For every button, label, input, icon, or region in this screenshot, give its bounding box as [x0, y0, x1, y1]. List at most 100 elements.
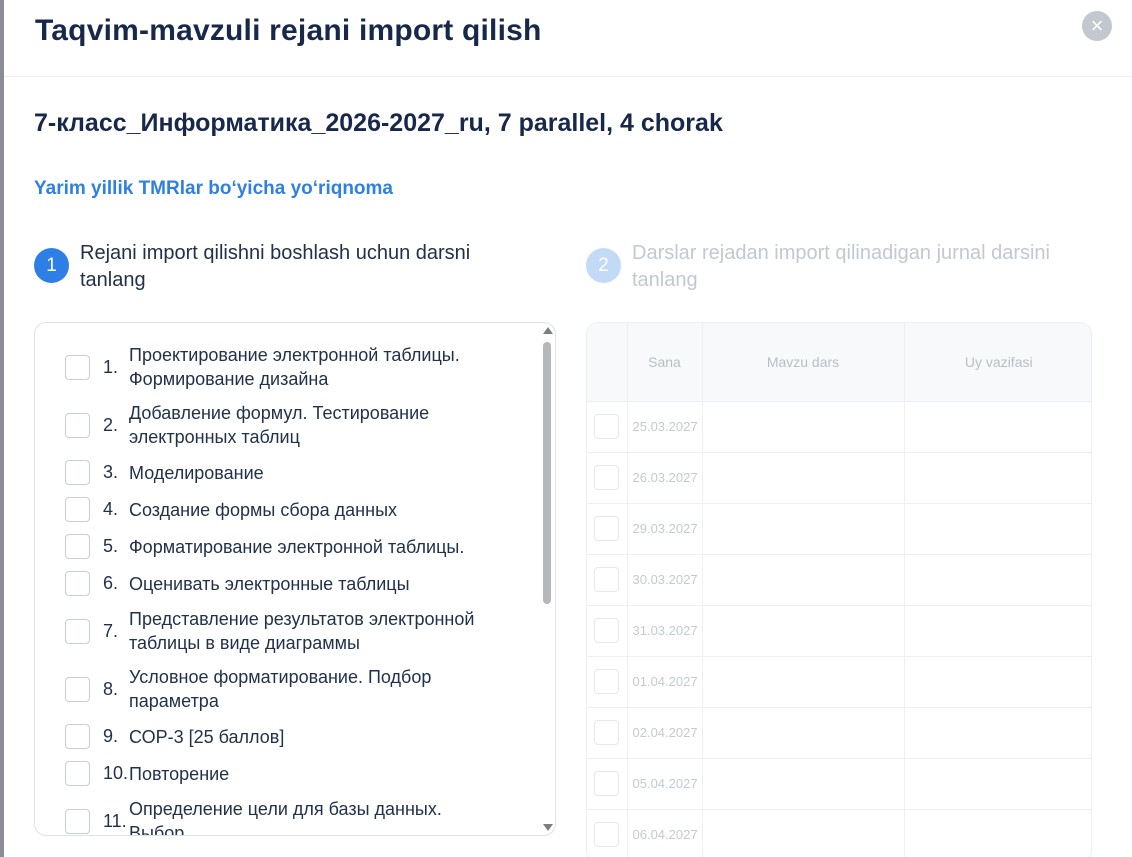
journal-row-date: 06.04.2027: [627, 809, 703, 857]
lesson-checkbox[interactable]: [65, 534, 90, 559]
lesson-checkbox[interactable]: [65, 460, 90, 485]
lesson-title: Форматирование электронной таблицы.: [129, 536, 465, 557]
lesson-number: 1.: [103, 356, 119, 377]
step-2-number: 2: [586, 248, 621, 283]
journal-row-topic: [702, 656, 905, 708]
journal-row-homework: [904, 809, 1091, 857]
scroll-thumb[interactable]: [543, 342, 551, 604]
journal-row-topic: [702, 605, 905, 657]
journal-row-homework: [904, 554, 1091, 606]
journal-row[interactable]: 06.04.2027: [587, 809, 1091, 857]
lesson-list-panel: 1. Проектирование электронной таблицы. Фо…: [34, 322, 556, 836]
journal-row-checkbox[interactable]: [594, 618, 619, 643]
journal-row-homework: [904, 452, 1091, 504]
lesson-checkbox[interactable]: [65, 676, 90, 702]
journal-row-date: 31.03.2027: [627, 605, 703, 657]
lesson-checkbox[interactable]: [65, 354, 90, 380]
lesson-checkbox[interactable]: [65, 761, 90, 786]
journal-row-checkbox-cell: [587, 503, 628, 555]
lesson-title: Добавление формул. Тестирование электрон…: [129, 403, 430, 447]
journal-row-date: 25.03.2027: [627, 401, 703, 453]
lesson-checkbox[interactable]: [65, 571, 90, 596]
lesson-title: Условное форматирование. Подбор параметр…: [129, 667, 432, 711]
lesson-title: Проектирование электронной таблицы. Форм…: [129, 345, 460, 389]
header-checkbox-column: [587, 323, 628, 402]
journal-row-topic: [702, 758, 905, 810]
journal-row[interactable]: 02.04.2027: [587, 707, 1091, 759]
journal-row-topic: [702, 707, 905, 759]
modal-header: Taqvim-mavzuli rejani import qilish ×: [4, 0, 1132, 77]
journal-row-checkbox[interactable]: [594, 465, 619, 490]
lesson-list-scrollbar[interactable]: [539, 323, 555, 835]
journal-row-checkbox-cell: [587, 758, 628, 810]
lesson-title: Оценивать электронные таблицы: [129, 573, 410, 594]
lesson-number: 10.: [103, 763, 129, 783]
step-2: 2 Darslar rejadan import qilinadigan jur…: [586, 240, 1106, 294]
journal-row[interactable]: 26.03.2027: [587, 452, 1091, 504]
journal-row[interactable]: 25.03.2027: [587, 401, 1091, 453]
journal-row-homework: [904, 503, 1091, 555]
lesson-number: 9.: [103, 726, 119, 746]
journal-row-checkbox-cell: [587, 707, 628, 759]
journal-row-checkbox[interactable]: [594, 720, 619, 745]
journal-header-row: Sana Mavzu dars Uy vazifasi: [587, 323, 1091, 402]
journal-row-checkbox-cell: [587, 401, 628, 453]
journal-row[interactable]: 01.04.2027: [587, 656, 1091, 708]
lesson-item[interactable]: 2. Добавление формул. Тестирование электр…: [35, 401, 539, 449]
journal-row-checkbox[interactable]: [594, 567, 619, 592]
journal-row-homework: [904, 605, 1091, 657]
lesson-item[interactable]: 8. Условное форматирование. Подбор параме…: [35, 665, 539, 713]
scroll-up-arrow-icon[interactable]: [543, 327, 553, 334]
journal-row[interactable]: 31.03.2027: [587, 605, 1091, 657]
guide-link[interactable]: Yarim yillik TMRlar bo‘yicha yo‘riqnoma: [34, 178, 393, 200]
journal-row[interactable]: 05.04.2027: [587, 758, 1091, 810]
lesson-checkbox[interactable]: [65, 724, 90, 749]
journal-row-topic: [702, 554, 905, 606]
lesson-item[interactable]: 11. Определение цели для базы данных. Выб…: [35, 797, 539, 835]
journal-row-homework: [904, 707, 1091, 759]
journal-row[interactable]: 29.03.2027: [587, 503, 1091, 555]
journal-row[interactable]: 30.03.2027: [587, 554, 1091, 606]
journal-row-checkbox[interactable]: [594, 822, 619, 847]
import-plan-modal: Taqvim-mavzuli rejani import qilish × 7-…: [4, 0, 1132, 857]
journal-row-checkbox[interactable]: [594, 516, 619, 541]
lesson-item[interactable]: 3. Моделирование: [35, 459, 539, 486]
lesson-checkbox[interactable]: [65, 497, 90, 522]
lesson-title: Представление результатов электронной та…: [129, 609, 475, 653]
lesson-number: 8.: [103, 678, 119, 699]
journal-row-checkbox-cell: [587, 656, 628, 708]
close-button[interactable]: ×: [1082, 11, 1112, 41]
lesson-number: 7.: [103, 620, 119, 641]
journal-row-checkbox[interactable]: [594, 414, 619, 439]
journal-lessons-panel: Sana Mavzu dars Uy vazifasi 25.03.2027 26…: [586, 322, 1092, 857]
journal-row-topic: [702, 809, 905, 857]
lesson-item[interactable]: 6. Оценивать электронные таблицы: [35, 570, 539, 597]
lesson-item[interactable]: 9. СОР-3 [25 баллов]: [35, 723, 539, 750]
journal-row-checkbox[interactable]: [594, 771, 619, 796]
lesson-title: Создание формы сбора данных: [129, 499, 398, 520]
journal-row-homework: [904, 656, 1091, 708]
header-topic: Mavzu dars: [702, 323, 905, 402]
lesson-title: Моделирование: [129, 462, 264, 483]
scroll-down-arrow-icon[interactable]: [543, 824, 553, 831]
lesson-item[interactable]: 1. Проектирование электронной таблицы. Фо…: [35, 343, 539, 391]
lesson-item[interactable]: 10. Повторение: [35, 760, 539, 787]
header-date: Sana: [627, 323, 703, 402]
class-subtitle: 7-класс_Информатика_2026-2027_ru, 7 para…: [34, 109, 723, 137]
step-1-number: 1: [34, 248, 69, 283]
lesson-title: Определение цели для базы данных. Выбор: [129, 799, 442, 835]
journal-row-checkbox[interactable]: [594, 669, 619, 694]
journal-row-topic: [702, 503, 905, 555]
journal-table: Sana Mavzu dars Uy vazifasi 25.03.2027 26…: [587, 323, 1091, 857]
lesson-checkbox[interactable]: [65, 618, 90, 644]
close-icon: ×: [1090, 13, 1104, 38]
journal-row-date: 30.03.2027: [627, 554, 703, 606]
lesson-item[interactable]: 4. Создание формы сбора данных: [35, 496, 539, 523]
journal-row-topic: [702, 401, 905, 453]
lesson-checkbox[interactable]: [65, 808, 90, 834]
journal-body: 25.03.2027 26.03.2027 29.03.2027 30.03.2027…: [587, 401, 1091, 857]
lesson-list[interactable]: 1. Проектирование электронной таблицы. Фо…: [35, 323, 539, 835]
lesson-item[interactable]: 5. Форматирование электронной таблицы.: [35, 533, 539, 560]
lesson-item[interactable]: 7. Представление результатов электронной …: [35, 607, 539, 655]
lesson-checkbox[interactable]: [65, 412, 90, 438]
